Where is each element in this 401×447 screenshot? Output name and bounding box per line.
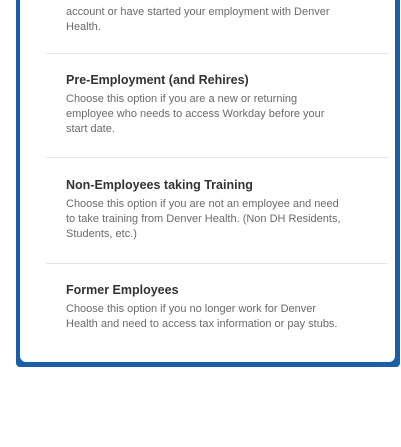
desc-line: Choose this option if you are not an emp… — [66, 198, 339, 210]
option-title: Pre-Employment (and Rehires) — [66, 73, 249, 87]
desc-line: account or have started your employment … — [66, 6, 330, 18]
desc-line: Health. — [66, 21, 101, 33]
desc-line: start date. — [66, 123, 115, 135]
desc-line: Choose this option if you no longer work… — [66, 303, 317, 315]
option-non-employees-training[interactable]: Non-Employees taking Training Choose thi… — [46, 157, 401, 264]
option-title: Non-Employees taking Training — [66, 178, 253, 192]
option-description: account or have started your employment … — [66, 5, 378, 35]
desc-line: employee who needs to access Workday bef… — [66, 108, 325, 120]
option-description: Choose this option if you no longer work… — [66, 302, 378, 332]
option-former-employees[interactable]: Former Employees Choose this option if y… — [46, 263, 401, 347]
desc-line: to take training from Denver Health. (No… — [66, 213, 341, 225]
option-current-employee[interactable]: account or have started your employment … — [46, 0, 401, 54]
login-options-card: account or have started your employment … — [20, 0, 401, 362]
option-description: Choose this option if you are not an emp… — [66, 197, 378, 242]
desc-line: Choose this option if you are a new or r… — [66, 93, 298, 105]
option-title: Former Employees — [66, 283, 179, 297]
option-pre-employment[interactable]: Pre-Employment (and Rehires) Choose this… — [46, 53, 401, 158]
desc-line: Health and need to access tax informatio… — [66, 318, 338, 330]
option-description: Choose this option if you are a new or r… — [66, 92, 378, 137]
desc-line: Students, etc.) — [66, 228, 137, 240]
